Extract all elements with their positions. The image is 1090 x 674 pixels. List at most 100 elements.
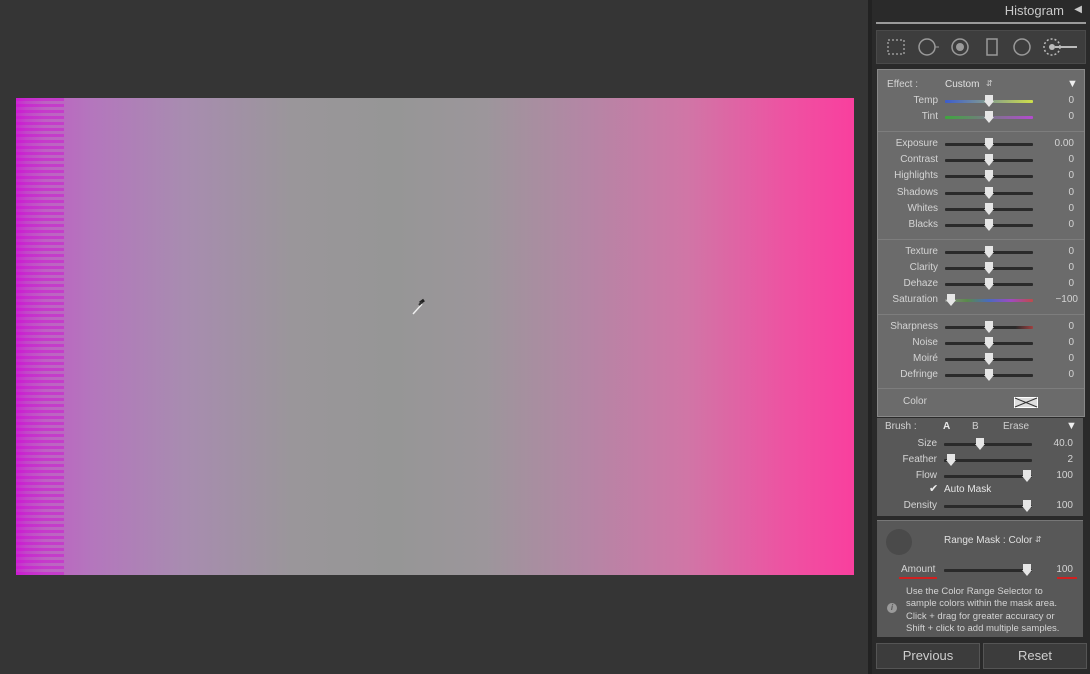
density-slider[interactable]: [944, 505, 1032, 508]
blacks-slider-knob[interactable]: [984, 219, 994, 231]
highlights-slider-knob[interactable]: [984, 170, 994, 182]
panel-collapse-icon[interactable]: ▼: [1067, 78, 1078, 90]
whites-slider-knob[interactable]: [984, 203, 994, 215]
amount-slider[interactable]: [944, 569, 1032, 572]
section-separator: [878, 388, 1084, 389]
tint-value[interactable]: 0: [1034, 111, 1074, 122]
brush-b-tab[interactable]: B: [972, 421, 979, 432]
tint-slider-knob[interactable]: [984, 111, 994, 123]
size-slider-knob[interactable]: [975, 438, 985, 450]
temp-slider-knob[interactable]: [984, 95, 994, 107]
collapse-triangle-icon[interactable]: ◀: [1074, 4, 1082, 15]
noise-slider-knob[interactable]: [984, 337, 994, 349]
noise-value[interactable]: 0: [1034, 337, 1074, 348]
size-value[interactable]: 40.0: [1033, 438, 1073, 449]
moire-slider-knob[interactable]: [984, 353, 994, 365]
temp-value[interactable]: 0: [1034, 95, 1074, 106]
slider-label-blacks: Blacks: [908, 219, 938, 230]
saturation-slider-knob[interactable]: [946, 294, 956, 306]
feather-value[interactable]: 2: [1033, 454, 1073, 465]
radial-filter-icon[interactable]: [1011, 36, 1033, 58]
contrast-slider-knob[interactable]: [984, 154, 994, 166]
amount-value-underline: [1057, 577, 1077, 579]
image-canvas[interactable]: [0, 0, 868, 674]
slider-label-clarity: Clarity: [909, 262, 938, 273]
size-slider[interactable]: [944, 443, 1032, 446]
amount-slider-knob[interactable]: [1022, 564, 1032, 576]
slider-label-flow: Flow: [915, 470, 937, 481]
blacks-value[interactable]: 0: [1034, 219, 1074, 230]
defringe-slider-knob[interactable]: [984, 369, 994, 381]
slider-label-highlights: Highlights: [894, 170, 938, 181]
slider-label-exposure: Exposure: [895, 138, 938, 149]
moire-value[interactable]: 0: [1034, 353, 1074, 364]
density-value[interactable]: 100: [1033, 500, 1073, 511]
range-mask-section: Range Mask : Color ⇵ Amount 100 i Use th…: [877, 520, 1083, 637]
crop-overlay-icon[interactable]: [885, 36, 907, 58]
dehaze-slider-knob[interactable]: [984, 278, 994, 290]
eyedropper-cursor-icon: [412, 298, 425, 315]
spot-removal-icon[interactable]: [917, 36, 939, 58]
photo-preview[interactable]: [16, 98, 854, 575]
sharpness-slider-knob[interactable]: [984, 321, 994, 333]
defringe-value[interactable]: 0: [1034, 369, 1074, 380]
section-separator: [878, 239, 1084, 240]
auto-mask-label: Auto Mask: [944, 484, 992, 495]
texture-value[interactable]: 0: [1034, 246, 1074, 257]
red-eye-icon[interactable]: [949, 36, 971, 58]
dehaze-value[interactable]: 0: [1034, 278, 1074, 289]
auto-mask-checkbox[interactable]: ✔: [929, 482, 938, 495]
brush-erase-tab[interactable]: Erase: [1003, 421, 1029, 432]
slider-label-size: Size: [917, 438, 937, 449]
amount-highlight-underline: [899, 577, 937, 579]
info-icon: i: [887, 603, 897, 613]
tool-strip: [876, 30, 1086, 64]
clarity-value[interactable]: 0: [1034, 262, 1074, 273]
help-line: Use the Color Range Selector to: [906, 586, 1043, 597]
feather-slider-knob[interactable]: [946, 454, 956, 466]
brush-settings-panel: Effect : Custom ⇵ ▼ Temp 0 Tint 0 Exposu…: [877, 69, 1085, 417]
sharpness-value[interactable]: 0: [1034, 321, 1074, 332]
range-mask-dropdown[interactable]: Range Mask : Color: [944, 535, 1032, 546]
reset-button[interactable]: Reset: [983, 643, 1087, 669]
effect-preset-dropdown[interactable]: Custom: [945, 79, 979, 90]
texture-slider-knob[interactable]: [984, 246, 994, 258]
slider-label-sharpness: Sharpness: [890, 321, 938, 332]
slider-label-texture: Texture: [905, 246, 938, 257]
flow-slider-knob[interactable]: [1022, 470, 1032, 482]
shadows-slider-knob[interactable]: [984, 187, 994, 199]
clarity-slider-knob[interactable]: [984, 262, 994, 274]
highlights-value[interactable]: 0: [1034, 170, 1074, 181]
adjustment-brush-icon[interactable]: [1041, 36, 1081, 58]
color-label: Color: [903, 396, 927, 407]
range-mask-help-text: Use the Color Range Selector to sample c…: [906, 586, 1059, 635]
graduated-filter-icon[interactable]: [981, 36, 1003, 58]
previous-button[interactable]: Previous: [876, 643, 980, 669]
whites-value[interactable]: 0: [1034, 203, 1074, 214]
feather-slider[interactable]: [944, 459, 1032, 462]
slider-label-shadows: Shadows: [896, 187, 938, 198]
color-range-selector-icon[interactable]: [886, 529, 912, 555]
slider-label-temp: Temp: [913, 95, 938, 106]
flow-value[interactable]: 100: [1033, 470, 1073, 481]
histogram-divider: [876, 22, 1086, 24]
flow-slider[interactable]: [944, 475, 1032, 478]
brush-collapse-icon[interactable]: ▼: [1066, 420, 1077, 432]
effect-dropdown-chevron-icon[interactable]: ⇵: [986, 79, 993, 88]
density-slider-knob[interactable]: [1022, 500, 1032, 512]
color-swatch-none-icon[interactable]: [1014, 397, 1038, 408]
exposure-slider-knob[interactable]: [984, 138, 994, 150]
exposure-value[interactable]: 0.00: [1034, 138, 1074, 149]
shadows-value[interactable]: 0: [1034, 187, 1074, 198]
contrast-value[interactable]: 0: [1034, 154, 1074, 165]
slider-label-whites: Whites: [907, 203, 938, 214]
amount-value[interactable]: 100: [1033, 564, 1073, 575]
slider-label-saturation: Saturation: [892, 294, 938, 305]
histogram-header[interactable]: Histogram ◀: [872, 0, 1090, 22]
saturation-value[interactable]: −100: [1034, 294, 1078, 305]
section-separator: [878, 314, 1084, 315]
help-line: Shift + click to add multiple samples.: [906, 622, 1060, 634]
saturation-slider[interactable]: [945, 299, 1033, 302]
brush-a-tab[interactable]: A: [943, 421, 950, 432]
range-mask-chevron-icon[interactable]: ⇵: [1035, 535, 1042, 544]
